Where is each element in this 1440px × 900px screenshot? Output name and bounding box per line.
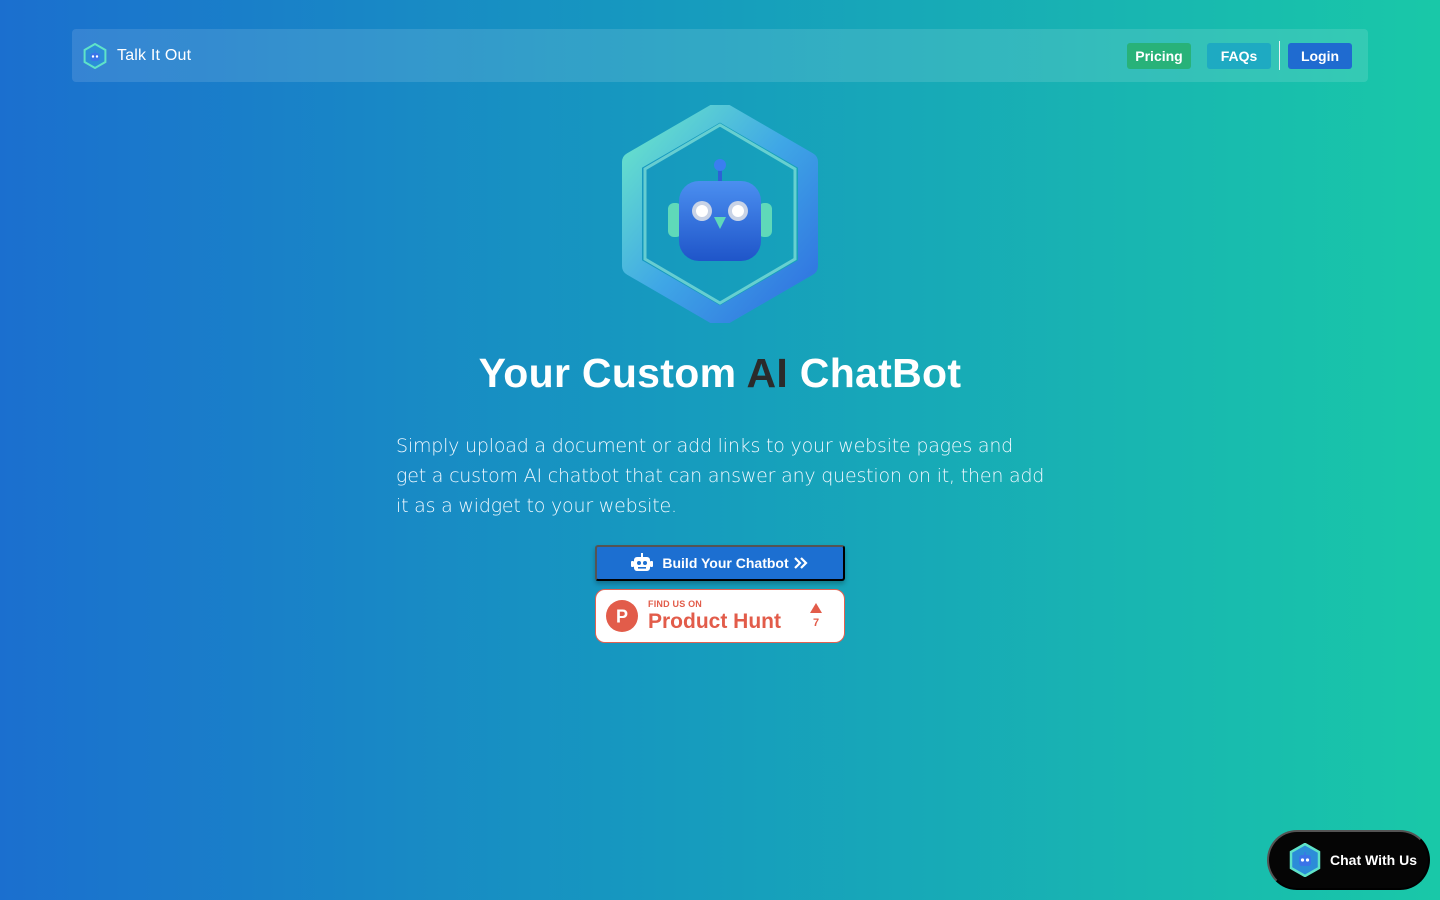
nav-divider [1279, 41, 1280, 70]
build-chatbot-label: Build Your Chatbot [662, 555, 789, 571]
product-hunt-name: Product Hunt [648, 609, 781, 633]
chat-with-us-button[interactable]: Chat With Us [1267, 830, 1430, 890]
robot-hexagon-hero-icon [622, 105, 818, 323]
hero-description: Simply upload a document or add links to… [396, 435, 1045, 517]
hero-title-part1: Your Custom [478, 350, 747, 396]
build-chatbot-button[interactable]: Build Your Chatbot [595, 545, 845, 581]
login-button[interactable]: Login [1288, 42, 1352, 69]
brand-link[interactable]: Talk It Out [82, 42, 192, 69]
hero-title-part2: ChatBot [788, 350, 962, 396]
double-chevron-right-icon [793, 557, 808, 569]
product-hunt-letter: P [616, 607, 628, 627]
hero-title-accent: AI [746, 350, 789, 396]
navbar: Talk It Out Pricing FAQs Login [72, 29, 1368, 82]
faqs-button[interactable]: FAQs [1207, 42, 1271, 69]
hero-title: Your Custom AI ChatBot [0, 350, 1440, 397]
product-hunt-votes: 7 [810, 603, 822, 629]
chat-with-us-label: Chat With Us [1330, 852, 1417, 868]
main-nav: Pricing FAQs Login [1127, 41, 1352, 70]
robot-hexagon-chat-icon [1289, 843, 1321, 877]
pricing-button[interactable]: Pricing [1127, 42, 1191, 69]
robot-icon [631, 553, 654, 571]
product-hunt-small-text: FIND US ON [648, 598, 703, 609]
brand-name: Talk It Out [117, 46, 192, 64]
product-hunt-logo-icon: P [606, 600, 638, 632]
robot-hexagon-logo-icon [83, 42, 107, 69]
product-hunt-text: FIND US ON Product Hunt [648, 599, 781, 634]
upvote-triangle-icon [810, 603, 822, 613]
product-hunt-badge[interactable]: P FIND US ON Product Hunt 7 [595, 589, 845, 643]
product-hunt-vote-count: 7 [812, 617, 820, 629]
